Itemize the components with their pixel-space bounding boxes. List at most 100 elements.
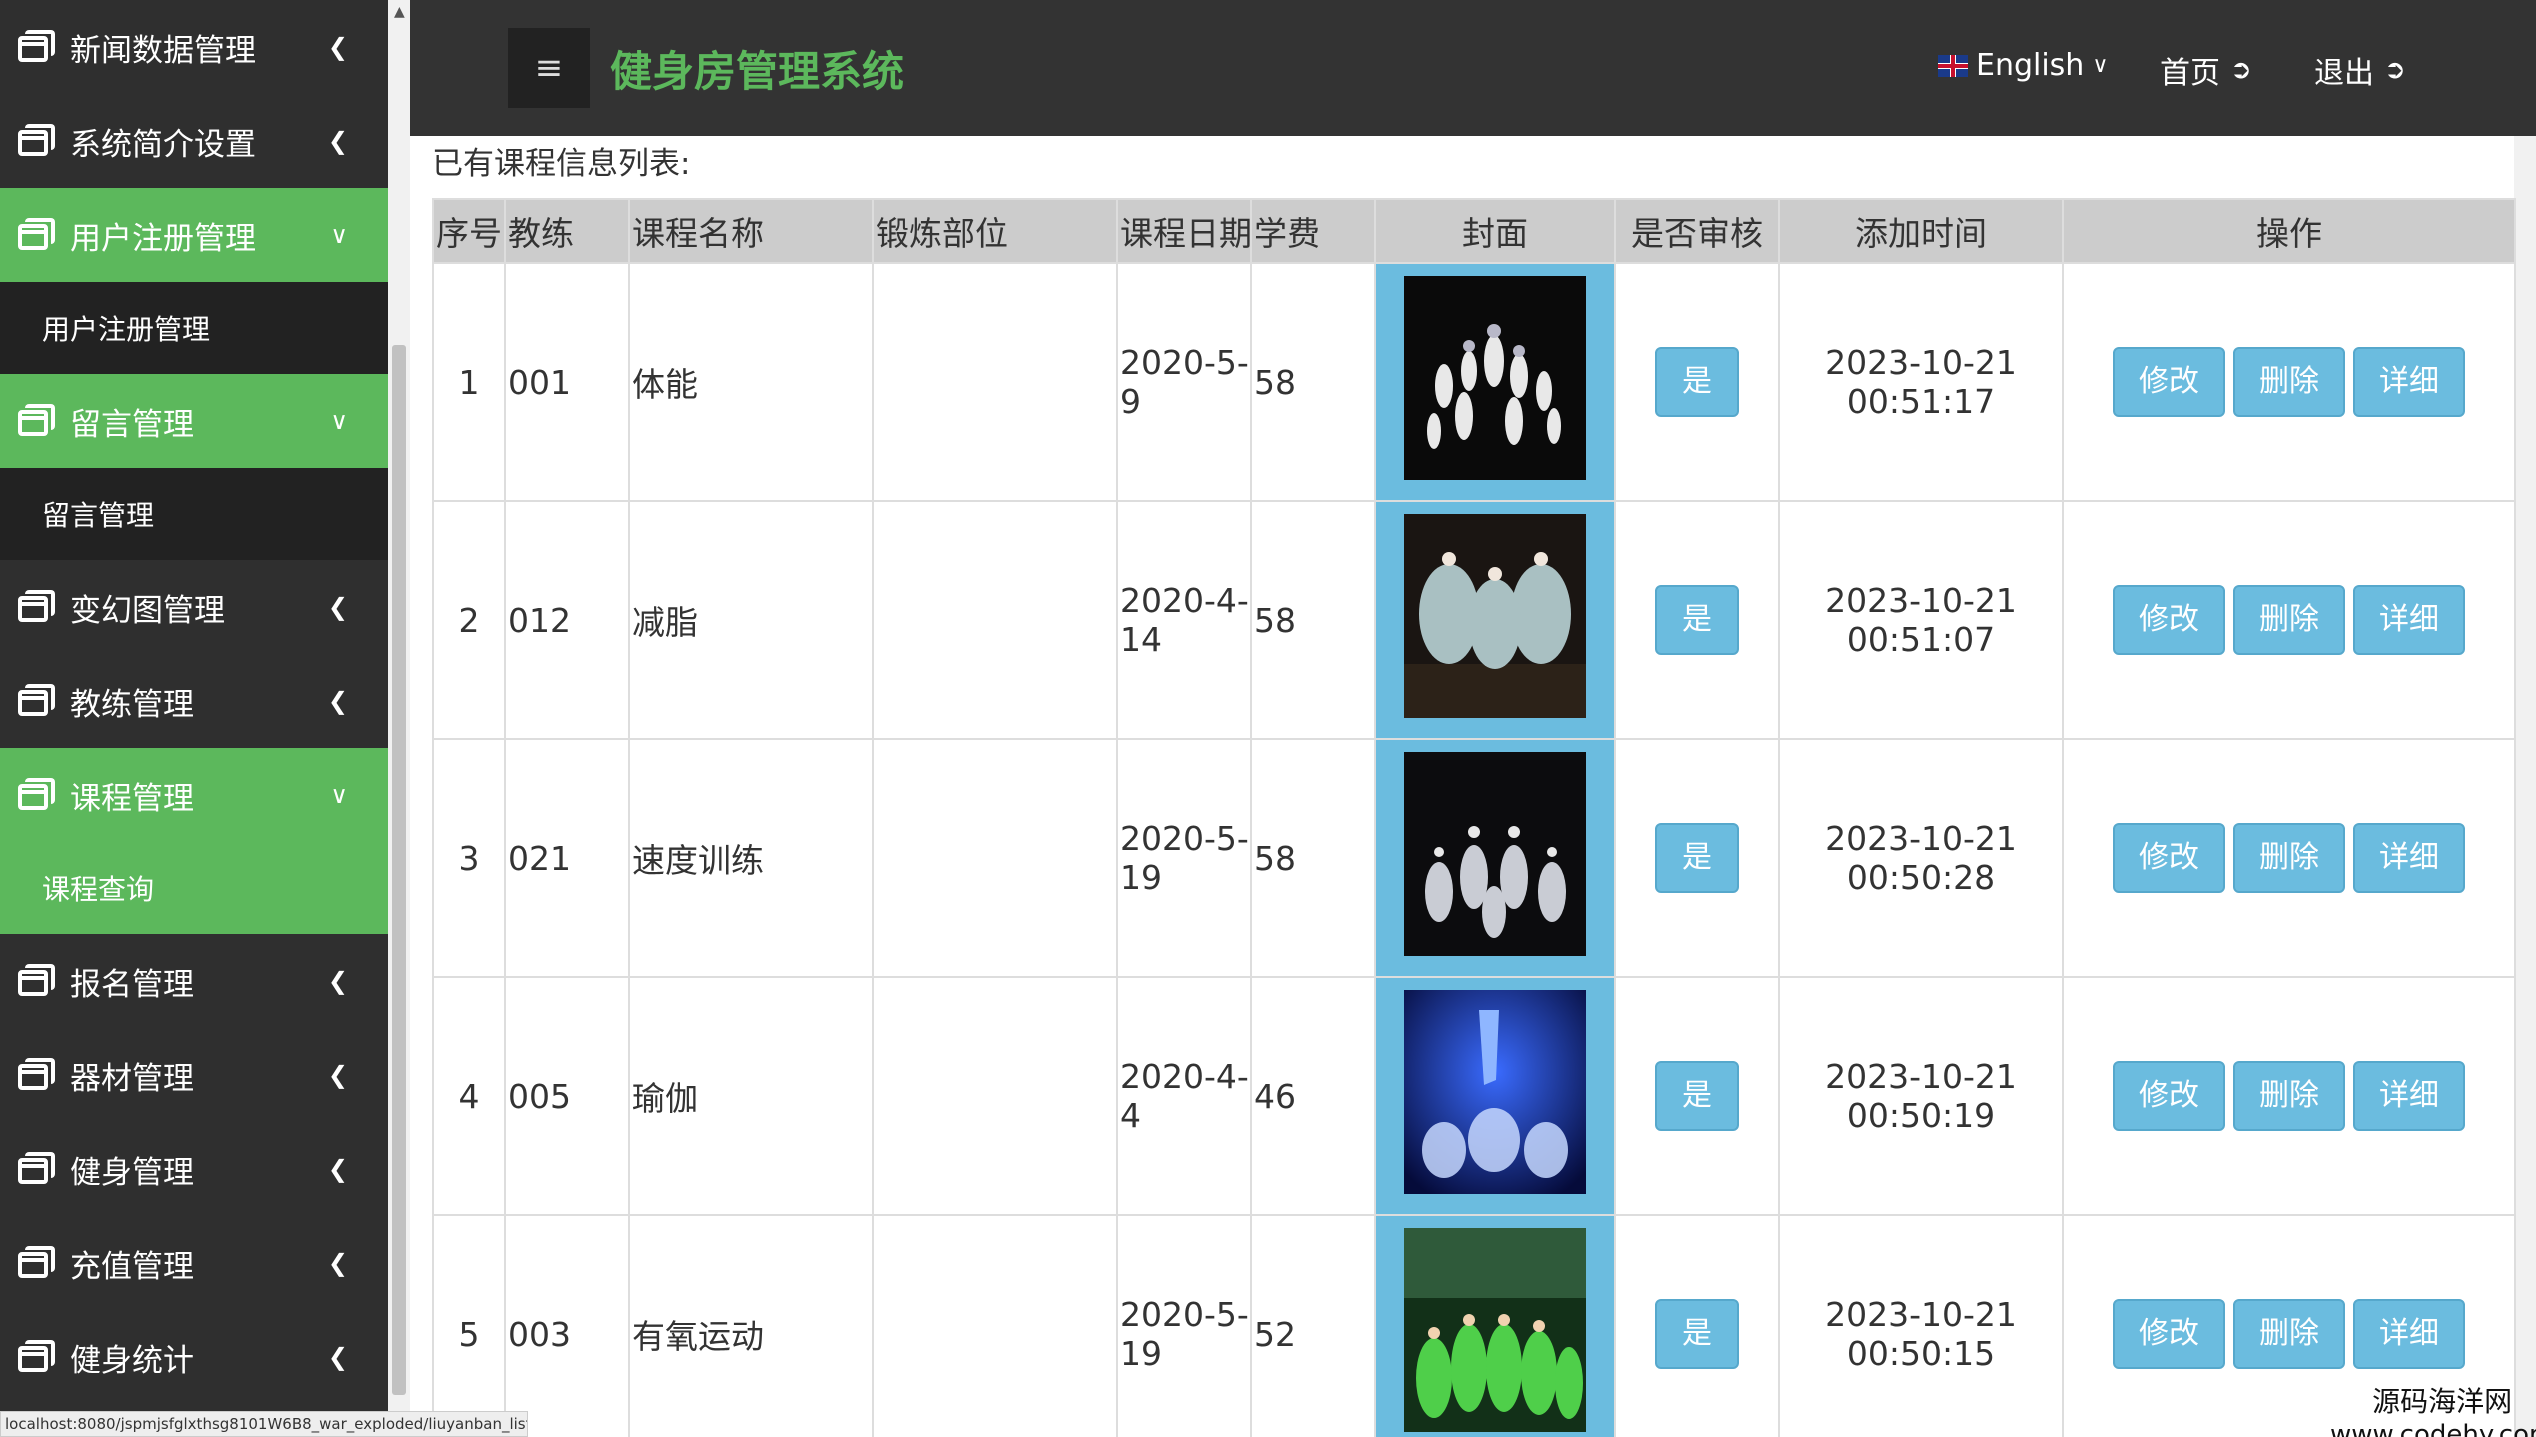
window-icon xyxy=(18,684,56,718)
window-icon xyxy=(18,590,56,624)
table-row: 5 003 有氧运动 2020-5- 19 52 是 2023-10-21 00… xyxy=(432,1214,2516,1437)
sidebar-item-user-registration[interactable]: 用户注册管理 ∨ xyxy=(0,188,388,282)
detail-button[interactable]: 详细 xyxy=(2353,823,2465,893)
delete-button[interactable]: 删除 xyxy=(2233,823,2345,893)
delete-button[interactable]: 删除 xyxy=(2233,1061,2345,1131)
window-icon xyxy=(18,404,56,438)
delete-button[interactable]: 删除 xyxy=(2233,585,2345,655)
submenu-user-registration[interactable]: 用户注册管理 xyxy=(0,282,388,374)
sidebar-item-equipment[interactable]: 器材管理 ❮ xyxy=(0,1028,388,1122)
time-line: 2023-10-21 xyxy=(1825,1057,2017,1096)
watermark-line2: www.codehy.com xyxy=(2330,1420,2536,1437)
detail-button[interactable]: 详细 xyxy=(2353,1061,2465,1131)
cell-added-time: 2023-10-21 00:50:19 xyxy=(1778,976,2064,1216)
cover-image[interactable] xyxy=(1404,1228,1586,1432)
edit-button[interactable]: 修改 xyxy=(2113,1299,2225,1369)
table-header-row: 序号 教练 课程名称 锻炼部位 课程日期 学费 封面 是否审核 添加时间 操作 xyxy=(432,198,2516,264)
sidebar-item-label: 器材管理 xyxy=(70,1060,194,1097)
sign-out-icon: ➲ xyxy=(2230,55,2252,85)
time-line: 00:51:17 xyxy=(1846,382,1996,421)
date-line: 2020-5- xyxy=(1120,1295,1249,1334)
cell-fee: 46 xyxy=(1250,976,1376,1216)
delete-button[interactable]: 删除 xyxy=(2233,1299,2345,1369)
cell-actions: 修改 删除 详细 xyxy=(2062,500,2516,740)
sidebar-item-recharge[interactable]: 充值管理 ❮ xyxy=(0,1216,388,1310)
sidebar-item-courses[interactable]: 课程管理 ∨ xyxy=(0,748,388,842)
edit-button[interactable]: 修改 xyxy=(2113,585,2225,655)
home-link[interactable]: 首页 ➲ xyxy=(2160,48,2252,92)
language-dropdown[interactable]: English ∨ xyxy=(1938,48,2108,83)
cell-course: 瑜伽 xyxy=(628,976,874,1216)
approved-button[interactable]: 是 xyxy=(1655,1061,1739,1131)
cover-image[interactable] xyxy=(1404,752,1586,956)
delete-button[interactable]: 删除 xyxy=(2233,347,2345,417)
time-line: 2023-10-21 xyxy=(1825,819,2017,858)
cell-added-time: 2023-10-21 00:51:17 xyxy=(1778,262,2064,502)
cover-image[interactable] xyxy=(1404,990,1586,1194)
course-table-wrapper: 序号 教练 课程名称 锻炼部位 课程日期 学费 封面 是否审核 添加时间 操作 … xyxy=(432,198,2516,1437)
cover-image[interactable] xyxy=(1404,514,1586,718)
cell-fee: 58 xyxy=(1250,262,1376,502)
sidebar-item-messages[interactable]: 留言管理 ∨ xyxy=(0,374,388,468)
sidebar-item-system-intro[interactable]: 系统简介设置 ❮ xyxy=(0,94,388,188)
scroll-up-arrow-icon[interactable]: ▲ xyxy=(394,4,405,20)
cell-coach: 001 xyxy=(504,262,630,502)
edit-button[interactable]: 修改 xyxy=(2113,1061,2225,1131)
time-line: 00:50:28 xyxy=(1846,858,1996,897)
table-row: 1 001 体能 2020-5- 9 58 是 2023-10-21 00:51… xyxy=(432,262,2516,502)
sidebar-item-enrollment[interactable]: 报名管理 ❮ xyxy=(0,934,388,1028)
chevron-down-icon: ∨ xyxy=(330,781,348,809)
cover-image[interactable] xyxy=(1404,276,1586,480)
chevron-left-icon: ❮ xyxy=(327,1061,348,1089)
sidebar-item-label: 用户注册管理 xyxy=(70,220,256,257)
approved-button[interactable]: 是 xyxy=(1655,1299,1739,1369)
edit-button[interactable]: 修改 xyxy=(2113,823,2225,893)
sidebar-item-statistics[interactable]: 健身统计 ❮ xyxy=(0,1310,388,1404)
table-row: 3 021 速度训练 2020-5- 19 58 是 2023-10-21 00… xyxy=(432,738,2516,978)
cell-cover xyxy=(1374,500,1616,740)
approved-button[interactable]: 是 xyxy=(1655,585,1739,655)
edit-button[interactable]: 修改 xyxy=(2113,347,2225,417)
submenu-course-query[interactable]: 课程查询 xyxy=(0,842,388,934)
chevron-left-icon: ❮ xyxy=(327,1343,348,1371)
cell-course: 体能 xyxy=(628,262,874,502)
cell-actions: 修改 删除 详细 xyxy=(2062,738,2516,978)
cell-part xyxy=(872,976,1118,1216)
sidebar-item-label: 系统简介设置 xyxy=(70,126,256,163)
time-line: 00:50:19 xyxy=(1846,1096,1996,1135)
cell-part xyxy=(872,500,1118,740)
sidebar-item-label: 课程管理 xyxy=(70,780,194,817)
window-icon xyxy=(18,1340,56,1374)
time-line: 2023-10-21 xyxy=(1825,581,2017,620)
menu-toggle-button[interactable]: ≡ xyxy=(508,28,590,108)
cell-date: 2020-5- 19 xyxy=(1116,1214,1252,1437)
time-line: 00:51:07 xyxy=(1846,620,1996,659)
col-cover: 封面 xyxy=(1374,198,1616,264)
sidebar-scrollbar-thumb[interactable] xyxy=(392,345,406,1395)
col-date: 课程日期 xyxy=(1116,198,1252,264)
app-title: 健身房管理系统 xyxy=(610,47,905,96)
sidebar-item-label: 健身管理 xyxy=(70,1154,194,1191)
approved-button[interactable]: 是 xyxy=(1655,347,1739,417)
approved-button[interactable]: 是 xyxy=(1655,823,1739,893)
cell-course: 速度训练 xyxy=(628,738,874,978)
logout-link[interactable]: 退出 ➲ xyxy=(2314,48,2406,92)
cell-part xyxy=(872,738,1118,978)
cell-approved: 是 xyxy=(1614,262,1780,502)
sidebar-item-coaches[interactable]: 教练管理 ❮ xyxy=(0,654,388,748)
cell-date: 2020-4- 4 xyxy=(1116,976,1252,1216)
sidebar-item-carousel[interactable]: 变幻图管理 ❮ xyxy=(0,560,388,654)
watermark: 源码海洋网 www.codehy.com xyxy=(2330,1380,2536,1437)
sidebar-item-fitness[interactable]: 健身管理 ❮ xyxy=(0,1122,388,1216)
uk-flag-icon xyxy=(1938,54,1968,77)
page-scrollbar[interactable] xyxy=(2514,136,2536,1437)
cell-part xyxy=(872,1214,1118,1437)
detail-button[interactable]: 详细 xyxy=(2353,1299,2465,1369)
sidebar-item-label: 充值管理 xyxy=(70,1248,194,1285)
detail-button[interactable]: 详细 xyxy=(2353,585,2465,655)
col-approved: 是否审核 xyxy=(1614,198,1780,264)
submenu-messages[interactable]: 留言管理 xyxy=(0,468,388,560)
sidebar-item-news[interactable]: 新闻数据管理 ❮ xyxy=(0,0,388,94)
detail-button[interactable]: 详细 xyxy=(2353,347,2465,417)
window-icon xyxy=(18,1152,56,1186)
